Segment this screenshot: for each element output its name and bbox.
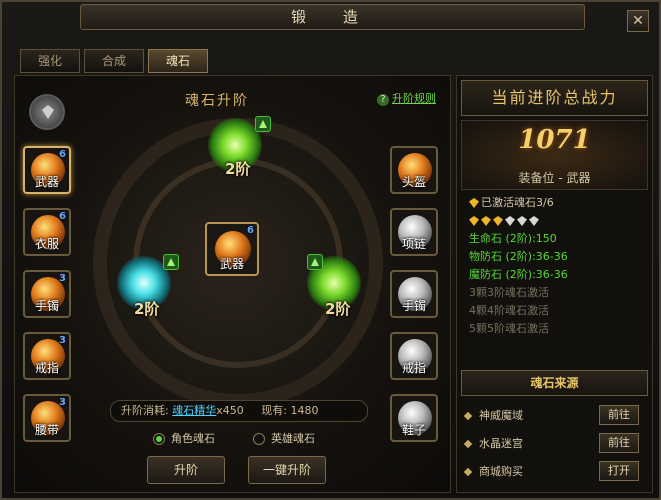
slot-ring-right[interactable]: 戒指 [390,332,438,380]
source-name: 商城购买 [479,465,523,478]
upgrade-rules-link[interactable]: ? 升阶规则 [377,90,436,106]
slot-level: 3 [59,335,66,346]
upgrade-arrow-icon[interactable] [255,116,271,132]
soul-star-row [469,212,647,230]
gold-diamond-icon [469,216,479,226]
window-title: 锻 造 [80,4,585,30]
selected-equipment-slot[interactable]: 6 武器 [205,222,259,276]
source-row: 水晶迷宫 前往 [463,432,645,456]
soulstone-panel: 魂石升阶 ? 升阶规则 6 武器 6 衣服 3 手镯 3 戒指 3 腰带 头盔 … [14,75,451,493]
slot-level: 3 [59,397,66,408]
stat-line: 魔防石 (2阶):36-36 [469,268,568,281]
bullet-icon [463,439,473,449]
radio-character-soul[interactable]: 角色魂石 [153,430,215,446]
slot-label: 腰带 [34,423,59,437]
slot-belt[interactable]: 3 腰带 [23,394,71,442]
slot-label: 戒指 [401,361,426,375]
silver-diamond-icon [529,216,539,226]
slot-level: 6 [247,225,254,236]
slot-bracelet-left[interactable]: 3 手镯 [23,270,71,318]
slot-helmet[interactable]: 头盔 [390,146,438,194]
slot-label: 手镯 [34,299,59,313]
stat-line: 物防石 (2阶):36-36 [469,250,568,263]
radio-dot[interactable] [253,433,265,445]
gold-diamond-icon [481,216,491,226]
tab-compose[interactable]: 合成 [84,49,144,73]
upgrade-arrow-icon[interactable] [163,254,179,270]
cost-amount: x450 [216,404,244,417]
bullet-icon [463,411,473,421]
cost-label: 升阶消耗: [121,404,169,417]
goto-button[interactable]: 前往 [599,405,639,425]
silver-diamond-icon [517,216,527,226]
power-box: 1071 装备位 - 武器 [461,120,648,190]
close-button[interactable]: ✕ [627,10,649,32]
slot-clothes[interactable]: 6 衣服 [23,208,71,256]
slot-label: 武器 [34,175,59,189]
tab-bar: 强化 合成 魂石 [20,49,208,73]
slot-label: 戒指 [34,361,59,375]
radio-label: 角色魂石 [171,432,215,445]
one-click-upgrade-button[interactable]: 一键升阶 [248,456,326,484]
soul-level-right: 2阶 [325,300,351,318]
goto-button[interactable]: 前往 [599,433,639,453]
slot-bracelet-right[interactable]: 手镯 [390,270,438,318]
panel-title: 魂石升阶 [185,93,249,109]
upgrade-rules-label: 升阶规则 [392,92,436,105]
active-soul-count: 已激活魂石3/6 [469,194,647,212]
cost-item-link[interactable]: 魂石精华 [172,404,216,417]
source-row: 神威魔域 前往 [463,404,645,428]
upgrade-button[interactable]: 升阶 [147,456,225,484]
inactive-bonus: 5颗5阶魂石激活 [469,322,549,335]
stat-line: 生命石 (2阶):150 [469,232,557,245]
soul-source-header: 魂石来源 [461,370,648,396]
tab-soulstone[interactable]: 魂石 [148,49,208,73]
bullet-icon [463,467,473,477]
open-shop-button[interactable]: 打开 [599,461,639,481]
slot-label: 武器 [219,257,244,271]
slot-label: 衣服 [34,237,59,251]
slot-weapon[interactable]: 6 武器 [23,146,71,194]
inactive-bonus: 3颗3阶魂石激活 [469,286,549,299]
gem-type-icon[interactable] [29,94,65,130]
radio-dot[interactable] [153,433,165,445]
diamond-icon [469,198,479,208]
slot-ring-left[interactable]: 3 戒指 [23,332,71,380]
equipment-position: 装备位 - 武器 [518,171,591,185]
upgrade-cost-bar: 升阶消耗: 魂石精华x450 现有: 1480 [110,400,368,422]
active-soul-text: 已激活魂石3/6 [481,196,554,209]
source-row: 商城购买 打开 [463,460,645,484]
soul-level-left: 2阶 [134,300,160,318]
close-icon: ✕ [632,13,644,29]
source-name: 神威魔域 [479,409,523,422]
slot-label: 项链 [401,237,426,251]
silver-diamond-icon [505,216,515,226]
radio-hero-soul[interactable]: 英雄魂石 [253,430,315,446]
slot-level: 3 [59,273,66,284]
slot-label: 鞋子 [401,423,426,437]
slot-level: 6 [59,149,66,160]
slot-label: 头盔 [401,175,426,189]
have-amount: 1480 [290,404,319,417]
slot-shoes[interactable]: 鞋子 [390,394,438,442]
forge-window: 锻 造 ✕ 强化 合成 魂石 魂石升阶 ? 升阶规则 6 武器 6 衣服 3 手镯 [0,0,661,500]
slot-label: 手镯 [401,299,426,313]
tab-strengthen[interactable]: 强化 [20,49,80,73]
total-power-header: 当前进阶总战力 [461,80,648,116]
gold-diamond-icon [493,216,503,226]
radio-label: 英雄魂石 [271,432,315,445]
source-name: 水晶迷宫 [479,437,523,450]
slot-necklace[interactable]: 项链 [390,208,438,256]
help-icon: ? [377,94,389,106]
have-label: 现有: [261,404,287,417]
inactive-bonus: 4颗4阶魂石激活 [469,304,549,317]
slot-level: 6 [59,211,66,222]
total-power-value: 1071 [518,125,591,155]
power-panel: 当前进阶总战力 1071 装备位 - 武器 已激活魂石3/6 生命石 (2阶):… [456,75,653,493]
soul-level-top: 2阶 [225,160,251,178]
soul-stats: 已激活魂石3/6 生命石 (2阶):150 物防石 (2阶):36-36 魔防石… [469,194,647,338]
upgrade-arrow-icon[interactable] [307,254,323,270]
